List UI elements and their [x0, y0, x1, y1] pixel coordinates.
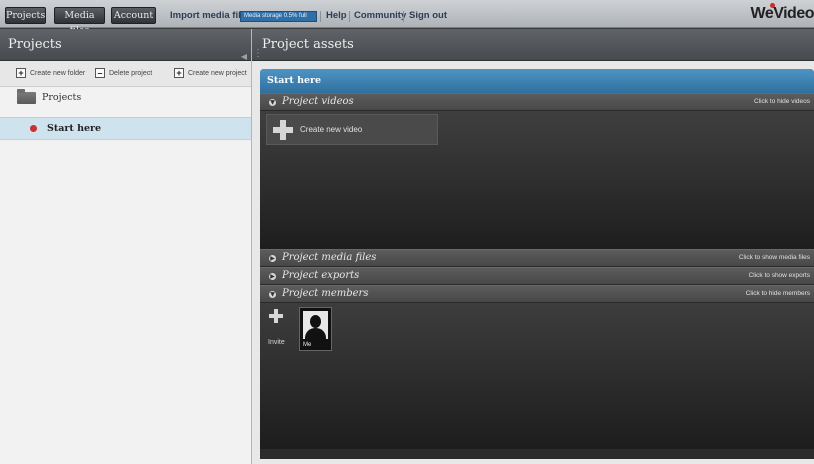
create-project-label: Create new project — [188, 69, 247, 77]
section-project-videos[interactable]: ▼ Project videos Click to hide videos — [260, 93, 814, 111]
plus-icon: + — [174, 68, 184, 78]
top-navigation-bar: Projects Media files Account Import medi… — [0, 0, 814, 36]
project-item-start-here[interactable]: Start here — [0, 117, 251, 140]
show-exports-link[interactable]: Click to show exports — [749, 272, 810, 279]
nav-account-button[interactable]: Account — [111, 7, 156, 24]
help-link[interactable]: Help — [326, 10, 347, 21]
plus-icon — [269, 309, 283, 323]
projects-panel: Projects ◀ + Create new folder – Delete … — [0, 29, 252, 464]
members-area: Invite Me — [260, 303, 814, 449]
avatar — [303, 311, 328, 339]
card-title: Start here — [260, 69, 814, 93]
resize-grip-icon[interactable]: ⋮ — [253, 38, 263, 70]
nav-projects-button[interactable]: Projects — [5, 7, 46, 24]
project-assets-panel: ⋮ Project assets Start here ▼ Project vi… — [252, 29, 814, 464]
section-project-exports[interactable]: ▶ Project exports Click to show exports — [260, 267, 814, 285]
media-storage-badge: Media storage 0.5% full — [240, 11, 317, 22]
nav-separator — [349, 11, 350, 22]
nav-separator — [403, 11, 404, 22]
project-status-dot-icon — [30, 125, 37, 132]
projects-folder-row[interactable]: Projects — [0, 87, 251, 111]
nav-media-files-button[interactable]: Media files — [54, 7, 105, 36]
create-folder-label: Create new folder — [30, 69, 86, 77]
wevideo-logo[interactable]: WeVideo — [751, 5, 814, 23]
project-item-label: Start here — [47, 123, 102, 134]
section-exports-label: Project exports — [282, 270, 360, 281]
chevron-right-icon: ▶ — [269, 273, 276, 280]
create-new-video-button[interactable]: Create new video — [266, 114, 438, 145]
delete-project-button[interactable]: – Delete project — [95, 68, 152, 78]
projects-toolbar: + Create new folder – Delete project + C… — [0, 61, 251, 87]
project-assets-title: Project assets — [262, 37, 354, 52]
nav-separator — [320, 11, 321, 22]
projects-panel-header: Projects ◀ — [0, 29, 251, 61]
sign-out-link[interactable]: Sign out — [409, 10, 447, 21]
create-folder-button[interactable]: + Create new folder — [16, 68, 85, 78]
member-card[interactable]: Me — [299, 307, 332, 351]
member-name: Me — [303, 342, 312, 348]
section-videos-label: Project videos — [282, 96, 354, 107]
folder-label: Projects — [42, 92, 82, 103]
invite-member-button[interactable]: Invite — [266, 309, 292, 351]
chevron-right-icon: ▶ — [269, 255, 276, 262]
community-link[interactable]: Community — [354, 10, 406, 21]
minus-icon: – — [95, 68, 105, 78]
hide-videos-link[interactable]: Click to hide videos — [754, 98, 810, 105]
section-project-members[interactable]: ▼ Project members Click to hide members — [260, 285, 814, 303]
projects-panel-title: Projects — [8, 37, 62, 52]
create-project-button[interactable]: + Create new project — [174, 68, 247, 78]
section-project-media-files[interactable]: ▶ Project media files Click to show medi… — [260, 249, 814, 267]
show-media-link[interactable]: Click to show media files — [739, 254, 810, 261]
project-assets-header: ⋮ Project assets — [252, 29, 814, 61]
section-media-label: Project media files — [282, 252, 377, 263]
delete-project-label: Delete project — [109, 69, 153, 77]
plus-icon — [273, 119, 293, 140]
chevron-down-icon: ▼ — [269, 99, 276, 106]
section-members-label: Project members — [282, 288, 369, 299]
chevron-down-icon: ▼ — [269, 291, 276, 298]
avatar-body-icon — [305, 328, 326, 339]
videos-area: Create new video — [260, 111, 814, 249]
invite-label: Invite — [268, 339, 285, 346]
avatar-head-icon — [310, 315, 321, 328]
folder-icon — [17, 89, 36, 104]
hide-members-link[interactable]: Click to hide members — [746, 290, 810, 297]
start-here-card: Start here ▼ Project videos Click to hid… — [260, 69, 814, 459]
create-video-label: Create new video — [300, 125, 363, 134]
plus-icon: + — [16, 68, 26, 78]
